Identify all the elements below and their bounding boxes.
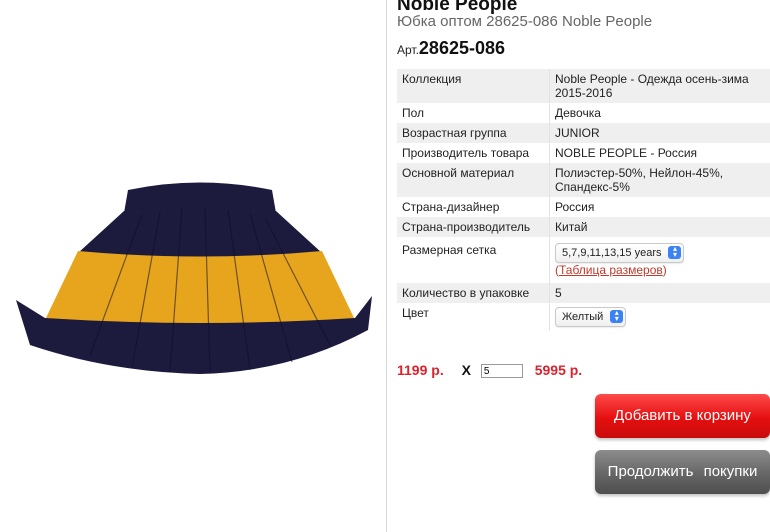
spec-value: Полиэстер-50%, Нейлон-45%, Спандекс-5% bbox=[549, 163, 770, 197]
select-chevron-icon: ▴ ▾ bbox=[668, 245, 682, 259]
spec-label: Количество в упаковке bbox=[397, 283, 550, 303]
article-label: Арт. bbox=[397, 43, 419, 57]
spec-row: Страна-дизайнер Россия bbox=[397, 197, 770, 217]
size-table-link[interactable]: Таблица размеров bbox=[559, 263, 663, 277]
spec-label: Страна-дизайнер bbox=[402, 200, 500, 214]
skirt-yellow-band bbox=[45, 251, 355, 325]
article-number: Арт.28625-086 bbox=[397, 38, 505, 59]
unit-price: 1199 р. bbox=[397, 362, 444, 378]
spec-value: NOBLE PEOPLE - Россия bbox=[549, 143, 770, 163]
select-chevron-icon: ▴ ▾ bbox=[610, 309, 624, 323]
spec-label: Цвет bbox=[402, 306, 429, 320]
spec-value: 5 bbox=[549, 283, 770, 303]
continue-shopping-button[interactable]: Продолжить покупки bbox=[595, 450, 770, 494]
product-title: Юбка оптом 28625-086 Noble People bbox=[397, 13, 653, 30]
spec-row: Возрастная группа JUNIOR bbox=[397, 123, 770, 143]
size-grid-select-value: 5,7,9,11,13,15 years bbox=[562, 247, 662, 259]
spec-label: Возрастная группа bbox=[397, 123, 550, 143]
multiply-sign: X bbox=[461, 362, 471, 378]
spec-table: Коллекция Noble People - Одежда осень-зи… bbox=[397, 69, 770, 331]
spec-label: Пол bbox=[402, 106, 425, 120]
spec-label: Страна-производитель bbox=[397, 217, 550, 237]
spec-row: Количество в упаковке 5 bbox=[397, 283, 770, 303]
spec-value: Россия bbox=[549, 197, 770, 217]
spec-row: Пол Девочка bbox=[397, 103, 770, 123]
spec-row: Размерная сетка 5,7,9,11,13,15 years ▴ ▾ … bbox=[397, 237, 770, 283]
size-grid-cell: 5,7,9,11,13,15 years ▴ ▾ (Таблица размеро… bbox=[549, 237, 770, 283]
article-value: 28625-086 bbox=[418, 38, 506, 58]
skirt-upper-body bbox=[78, 204, 322, 258]
price-row: 1199 р. X 5995 р. bbox=[397, 362, 583, 379]
spec-row: Основной материал Полиэстер-50%, Нейлон-… bbox=[397, 163, 770, 197]
total-price: 5995 р. bbox=[534, 362, 583, 378]
spec-value: JUNIOR bbox=[549, 123, 770, 143]
spec-value: Девочка bbox=[549, 103, 770, 123]
spec-row: Производитель товара NOBLE PEOPLE - Росс… bbox=[397, 143, 770, 163]
color-select[interactable]: Желтый ▴ ▾ bbox=[555, 307, 627, 327]
add-to-cart-button[interactable]: Добавить в корзину bbox=[595, 394, 770, 438]
size-table-link-close: ) bbox=[662, 263, 667, 277]
spec-value: Китай bbox=[549, 217, 770, 237]
skirt-product-image[interactable] bbox=[0, 0, 386, 532]
spec-label: Размерная сетка bbox=[402, 243, 497, 257]
quantity-input[interactable] bbox=[480, 364, 523, 379]
spec-label: Производитель товара bbox=[402, 146, 530, 160]
spec-row: Коллекция Noble People - Одежда осень-зи… bbox=[397, 69, 770, 103]
spec-label: Коллекция bbox=[397, 69, 550, 103]
spec-row: Страна-производитель Китай bbox=[397, 217, 770, 237]
spec-label: Основной материал bbox=[397, 163, 550, 197]
spec-value: Noble People - Одежда осень-зима 2015-20… bbox=[549, 69, 770, 103]
spec-row: Цвет Желтый ▴ ▾ bbox=[397, 303, 770, 331]
color-select-value: Желтый bbox=[562, 311, 604, 323]
size-grid-select[interactable]: 5,7,9,11,13,15 years ▴ ▾ bbox=[555, 243, 685, 263]
color-cell: Желтый ▴ ▾ bbox=[549, 303, 770, 331]
product-image-panel bbox=[0, 0, 387, 532]
